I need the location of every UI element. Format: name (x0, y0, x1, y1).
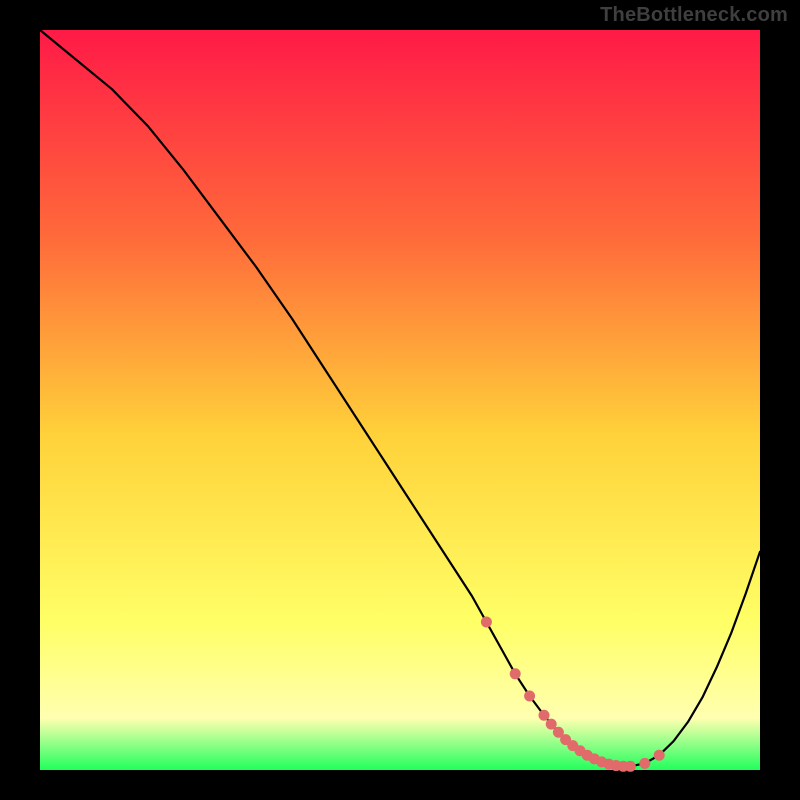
highlight-dot (625, 761, 635, 771)
highlight-dot (654, 750, 664, 760)
highlight-dot (640, 758, 650, 768)
highlight-dot (481, 617, 491, 627)
watermark-label: TheBottleneck.com (600, 4, 788, 27)
highlight-dot (539, 710, 549, 720)
plot-background (40, 30, 760, 770)
highlight-dot (510, 669, 520, 679)
chart-stage: TheBottleneck.com (0, 0, 800, 800)
highlight-dot (525, 691, 535, 701)
plot-svg (0, 0, 800, 800)
highlight-dot (546, 719, 556, 729)
